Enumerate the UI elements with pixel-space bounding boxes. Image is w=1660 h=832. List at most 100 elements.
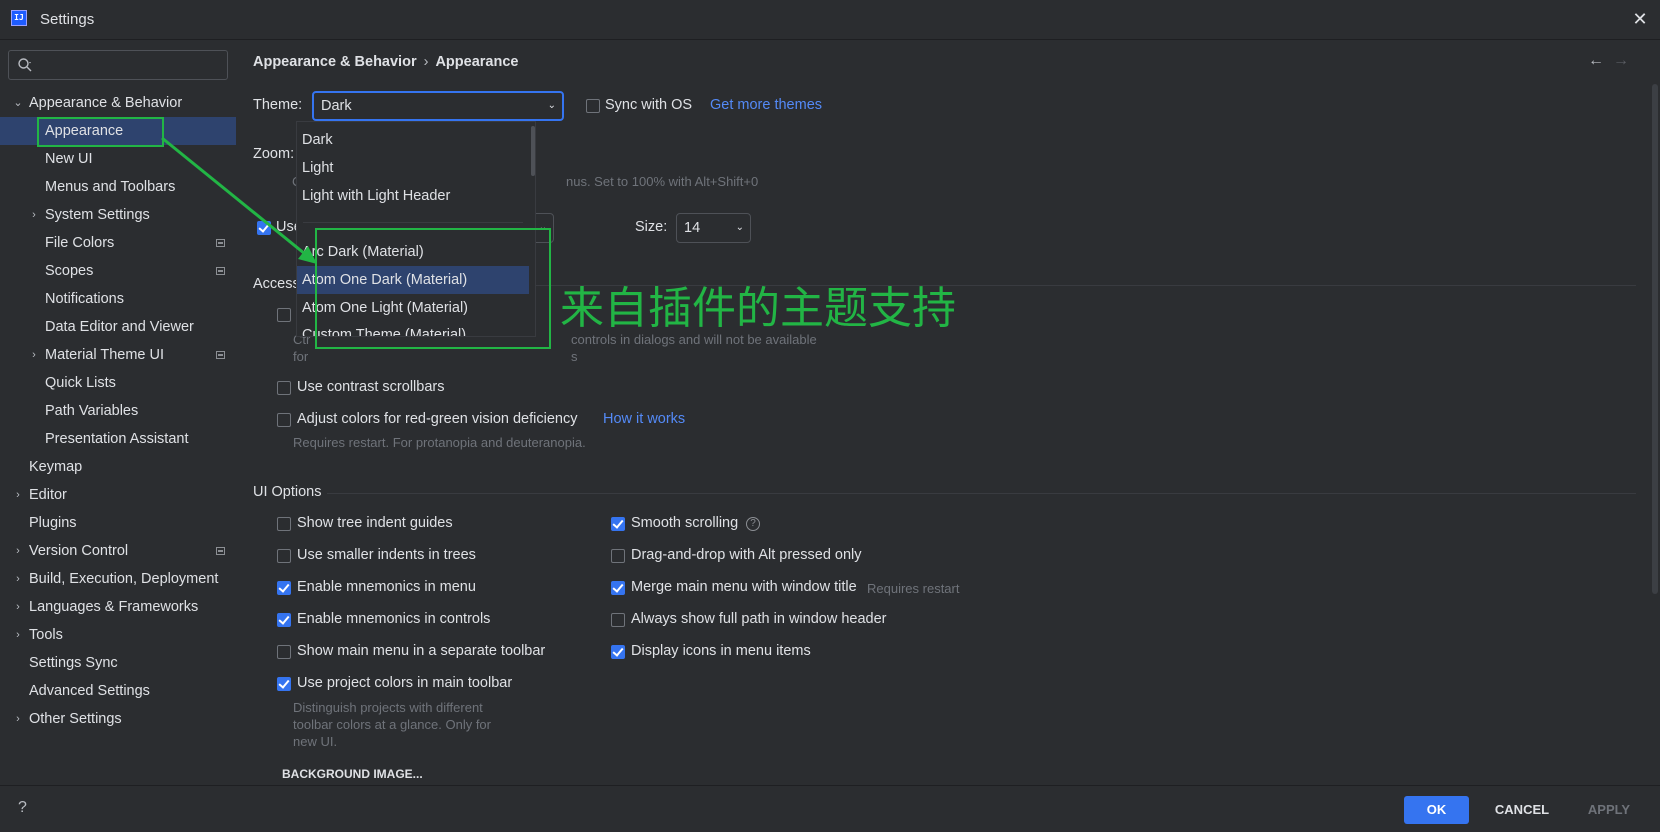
section-divider	[327, 493, 1636, 494]
theme-option[interactable]: Light with Light Header	[297, 182, 529, 210]
breadcrumb-separator: ›	[423, 54, 429, 70]
sidebar-item-version-control[interactable]: › Version Control	[0, 537, 236, 565]
dialog-footer: ? OK CANCEL APPLY	[0, 785, 1660, 832]
sidebar-item-tools[interactable]: › Tools	[0, 621, 236, 649]
sync-os-label: Sync with OS	[605, 97, 693, 113]
app-icon: IJ	[11, 10, 27, 26]
chevron-down-icon: ⌄	[735, 222, 744, 233]
cancel-button[interactable]: CANCEL	[1482, 796, 1562, 824]
sidebar-item-presentation-assistant[interactable]: Presentation Assistant	[0, 425, 236, 453]
chevron-right-icon: ›	[16, 601, 20, 613]
breadcrumb-parent[interactable]: Appearance & Behavior	[253, 54, 417, 70]
mnemonics-menu-checkbox[interactable]	[277, 581, 291, 595]
red-green-hint: Requires restart. For protanopia and deu…	[293, 435, 586, 450]
icons-menu-items-label: Display icons in menu items	[631, 643, 811, 659]
drag-drop-alt-checkbox[interactable]	[611, 549, 625, 563]
popup-separator	[303, 222, 523, 223]
screen-reader-checkbox[interactable]	[277, 308, 291, 322]
project-colors-checkbox[interactable]	[277, 677, 291, 691]
ok-button[interactable]: OK	[1404, 796, 1469, 824]
get-more-themes-link[interactable]: Get more themes	[710, 97, 822, 113]
chevron-right-icon: ›	[16, 489, 20, 501]
screen-reader-hint-2: s	[571, 349, 578, 364]
separate-toolbar-label: Show main menu in a separate toolbar	[297, 643, 546, 659]
breadcrumb-current: Appearance	[435, 54, 519, 70]
smaller-indents-checkbox[interactable]	[277, 549, 291, 563]
chevron-right-icon: ›	[16, 573, 20, 585]
project-level-icon	[216, 547, 225, 555]
merge-main-menu-checkbox[interactable]	[611, 581, 625, 595]
ui-options-section-title: UI Options	[253, 484, 322, 500]
annotation-text: 来自插件的主题支持	[560, 283, 956, 334]
mnemonics-menu-label: Enable mnemonics in menu	[297, 579, 476, 595]
smooth-scrolling-label: Smooth scrolling	[631, 515, 739, 531]
contrast-scrollbars-label: Use contrast scrollbars	[297, 379, 445, 395]
project-colors-label: Use project colors in main toolbar	[297, 675, 513, 691]
sidebar-item-quick-lists[interactable]: Quick Lists	[0, 369, 236, 397]
theme-dropdown-value: Dark	[321, 98, 352, 114]
sidebar-item-editor[interactable]: › Editor	[0, 481, 236, 509]
sidebar-item-advanced-settings[interactable]: Advanced Settings	[0, 677, 236, 705]
chevron-right-icon: ›	[16, 629, 20, 641]
chevron-down-icon: ⌄	[13, 97, 23, 109]
sync-os-checkbox[interactable]	[586, 99, 600, 113]
close-icon[interactable]: ✕	[1630, 9, 1650, 29]
arrow-right-icon[interactable]: →	[1613, 52, 1629, 70]
screen-reader-hint-2-start: for	[293, 349, 309, 364]
icons-menu-items-checkbox[interactable]	[611, 645, 625, 659]
contrast-scrollbars-checkbox[interactable]	[277, 381, 291, 395]
theme-dropdown[interactable]: Dark ⌄	[312, 91, 564, 121]
chevron-right-icon: ›	[16, 713, 20, 725]
requires-restart-hint: Requires restart	[867, 581, 960, 596]
zoom-hint: nus. Set to 100% with Alt+Shift+0	[566, 174, 759, 189]
mnemonics-controls-checkbox[interactable]	[277, 613, 291, 627]
theme-option[interactable]: Light	[297, 154, 529, 182]
sidebar-item-keymap[interactable]: Keymap	[0, 453, 236, 481]
chevron-right-icon: ›	[32, 349, 36, 361]
full-path-header-label: Always show full path in window header	[631, 611, 887, 627]
search-input[interactable]	[8, 50, 228, 80]
sidebar-item-path-variables[interactable]: Path Variables	[0, 397, 236, 425]
how-it-works-link[interactable]: How it works	[603, 411, 685, 427]
sidebar-item-appearance-behavior[interactable]: ⌄ Appearance & Behavior	[0, 89, 236, 117]
background-image-button[interactable]: BACKGROUND IMAGE...	[282, 767, 423, 781]
theme-label: Theme:	[253, 97, 303, 113]
project-colors-hint-1: Distinguish projects with different	[293, 700, 483, 715]
tree-indent-guides-checkbox[interactable]	[277, 517, 291, 531]
red-green-checkbox[interactable]	[277, 413, 291, 427]
annotation-arrow-icon	[161, 136, 317, 264]
project-level-icon	[216, 267, 225, 275]
sidebar-item-settings-sync[interactable]: Settings Sync	[0, 649, 236, 677]
merge-main-menu-label: Merge main menu with window title	[631, 579, 857, 595]
project-colors-hint-3: new UI.	[293, 734, 338, 749]
project-level-icon	[216, 351, 225, 359]
sidebar-item-plugins[interactable]: Plugins	[0, 509, 236, 537]
apply-button[interactable]: APPLY	[1574, 796, 1644, 824]
smooth-scrolling-checkbox[interactable]	[611, 517, 625, 531]
breadcrumb: Appearance & Behavior › Appearance	[253, 54, 518, 70]
font-size-label: Size:	[635, 219, 668, 235]
title-bar: IJ Settings ✕	[0, 0, 1660, 40]
font-size-dropdown[interactable]: 14 ⌄	[676, 213, 751, 243]
sidebar-item-build[interactable]: › Build, Execution, Deployment	[0, 565, 236, 593]
sidebar-item-data-editor[interactable]: Data Editor and Viewer	[0, 313, 236, 341]
smaller-indents-label: Use smaller indents in trees	[297, 547, 476, 563]
vertical-scrollbar[interactable]	[1652, 84, 1658, 594]
project-colors-hint-2: toolbar colors at a glance. Only for	[293, 717, 491, 732]
arrow-left-icon[interactable]: ←	[1588, 52, 1604, 70]
sidebar-item-notifications[interactable]: Notifications	[0, 285, 236, 313]
full-path-header-checkbox[interactable]	[611, 613, 625, 627]
help-icon[interactable]: ?	[746, 517, 760, 531]
separate-toolbar-checkbox[interactable]	[277, 645, 291, 659]
red-green-label: Adjust colors for red-green vision defic…	[297, 411, 578, 427]
popup-scrollbar[interactable]	[531, 126, 535, 176]
sidebar-item-other-settings[interactable]: › Other Settings	[0, 705, 236, 733]
sidebar-item-languages[interactable]: › Languages & Frameworks	[0, 593, 236, 621]
theme-option[interactable]: Dark	[297, 126, 529, 154]
tree-indent-guides-label: Show tree indent guides	[297, 515, 453, 531]
drag-drop-alt-label: Drag-and-drop with Alt pressed only	[631, 547, 862, 563]
chevron-right-icon: ›	[16, 545, 20, 557]
annotation-highlight-plugin-themes	[315, 228, 551, 349]
sidebar-item-material-theme[interactable]: › Material Theme UI	[0, 341, 236, 369]
help-icon[interactable]: ?	[18, 799, 27, 817]
